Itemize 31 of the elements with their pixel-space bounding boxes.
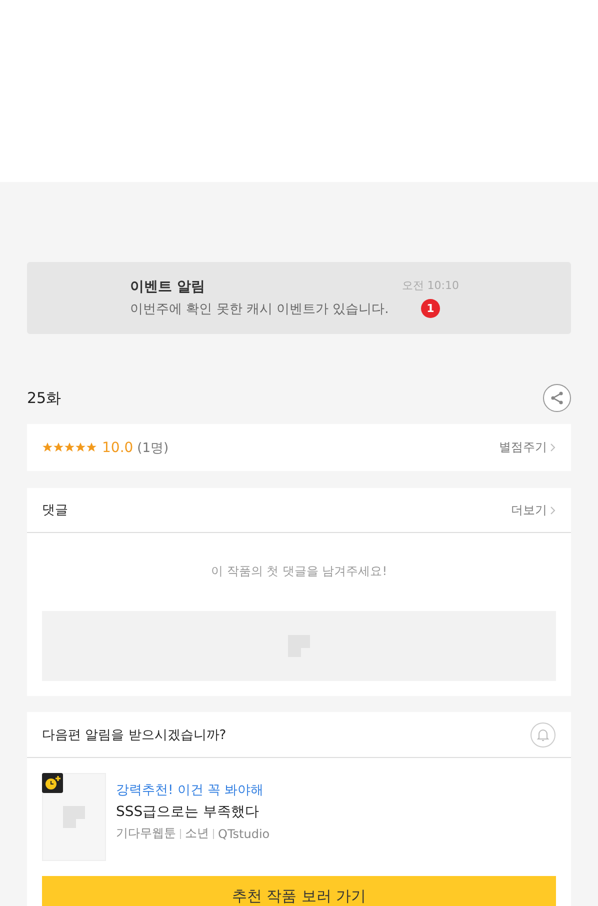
notification-card[interactable]: 이벤트 알림 이번주에 확인 못한 캐시 이벤트가 있습니다. 오전 10:10 1 <box>27 262 571 334</box>
notification-time: 오전 10:10 <box>402 278 459 293</box>
comic-meta-label: QTstudio <box>218 826 270 840</box>
share-button[interactable] <box>543 384 571 412</box>
unread-count-badge: 1 <box>420 299 440 318</box>
more-comments-link[interactable]: 더보기 <box>511 502 556 518</box>
star-icon <box>42 442 53 453</box>
comic-meta-label: 소년 <box>185 825 209 842</box>
rating-score: 10.0 <box>102 440 134 456</box>
see-recommendations-button[interactable]: 추천 작품 보러 가기 <box>42 876 556 906</box>
rate-button[interactable]: 별점주기 <box>499 439 556 456</box>
next-episode-alert-question: 다음편 알림을 받으시겠습니까? <box>42 726 226 744</box>
star-icon <box>75 442 86 453</box>
notification-title: 이벤트 알림 <box>130 278 206 296</box>
recommended-title[interactable]: SSS급으로는 부족했다 <box>116 803 270 821</box>
comic-meta-label: 기다무웹툰 <box>116 825 176 842</box>
star-icon <box>64 442 75 453</box>
wait-free-clock-icon <box>42 773 63 793</box>
rating-count: (1명) <box>137 440 169 456</box>
chevron-icon <box>550 506 556 514</box>
bell-icon[interactable] <box>530 722 556 748</box>
chevron-icon <box>550 443 556 452</box>
recommendation-tagline: 강력추천! 이건 꼭 봐야해 <box>116 782 265 799</box>
empty-comments-message: 이 작품의 첫 댓글을 남겨주세요! <box>210 563 388 580</box>
comments-heading: 댓글 <box>42 502 68 519</box>
star-icon <box>53 442 64 453</box>
notification-message: 이번주에 확인 못한 캐시 이벤트가 있습니다. <box>130 301 390 318</box>
share-icon <box>550 391 564 405</box>
thumbnail-placeholder[interactable] <box>42 773 106 861</box>
episode-title: 25화 <box>27 388 62 408</box>
star-icon <box>86 442 97 453</box>
